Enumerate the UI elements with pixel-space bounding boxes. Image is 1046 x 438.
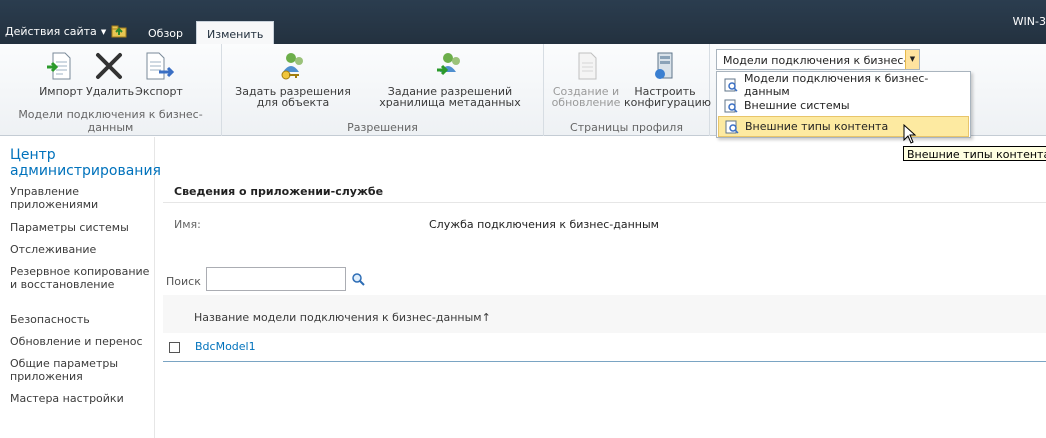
group-title-permissions: Разрешения <box>347 121 418 134</box>
configure-server-icon <box>655 52 673 79</box>
export-button[interactable]: Экспорт <box>134 50 184 97</box>
configure-button[interactable]: Настроить конфигурацию <box>624 50 711 108</box>
nav-item-application-management[interactable]: Управление приложениями <box>10 185 150 211</box>
column-header-model-name[interactable]: Название модели подключения к бизнес-дан… <box>194 311 491 324</box>
ribbon-group-profile-pages: Создание и обновление Настроить конфигур… <box>544 44 711 136</box>
set-store-permissions-button[interactable]: Задание разрешений хранилища метаданных <box>360 50 540 108</box>
ribbon-group-permissions: Задать разрешения для объекта Задание ра… <box>222 44 544 136</box>
ribbon-group-models: Импорт Удалить Экспорт Модели подключени… <box>0 44 222 136</box>
search-input[interactable] <box>206 267 346 291</box>
chevron-down-icon[interactable]: ▼ <box>905 50 919 69</box>
server-name: WIN-3 <box>1012 15 1046 28</box>
create-update-label: Создание и обновление <box>551 85 621 109</box>
search-label: Поиск <box>166 275 201 288</box>
row-checkbox[interactable] <box>169 342 180 353</box>
top-bar: Действия сайта ▼ Обзор Изменить WIN-3 <box>0 0 1046 44</box>
dropdown-option-label: Внешние системы <box>744 99 850 112</box>
set-object-permissions-button[interactable]: Задать разрешения для объекта <box>228 50 358 108</box>
nav-heading-central-admin[interactable]: Центр администрирования <box>10 147 161 179</box>
tab-edit[interactable]: Изменить <box>196 21 275 44</box>
dropdown-option-models[interactable]: Модели подключения к бизнес-данным <box>718 71 969 98</box>
main-content: Сведения о приложении-службе Имя: Служба… <box>163 137 1046 438</box>
delete-label: Удалить <box>86 85 135 98</box>
dropdown-option-external-systems[interactable]: Внешние системы <box>718 95 969 116</box>
left-navigation: Центр администрирования Управление прило… <box>0 137 161 438</box>
import-label: Импорт <box>39 85 83 98</box>
users-store-icon <box>437 53 460 76</box>
site-actions-label: Действия сайта <box>5 25 97 38</box>
tooltip: Внешние типы контента <box>903 146 1046 161</box>
dropdown-option-external-content-types[interactable]: Внешние типы контента <box>718 116 969 137</box>
tab-browse[interactable]: Обзор <box>138 24 193 44</box>
row-divider <box>163 361 1046 362</box>
dropdown-option-label: Модели подключения к бизнес-данным <box>744 71 929 98</box>
set-store-permissions-label: Задание разрешений хранилища метаданных <box>379 85 521 109</box>
set-object-permissions-label: Задать разрешения для объекта <box>235 85 351 109</box>
view-dropdown-menu: Модели подключения к бизнес-данным Внешн… <box>716 71 971 138</box>
users-key-icon <box>281 53 303 80</box>
create-update-button[interactable]: Создание и обновление <box>548 50 624 108</box>
view-select-value: Модели подключения к бизнес-данным <box>723 54 905 67</box>
chevron-down-icon: ▼ <box>100 27 107 36</box>
dropdown-option-label: Внешние типы контента <box>745 120 889 133</box>
nav-item-backup-restore[interactable]: Резервное копирование и восстановление <box>10 265 150 291</box>
group-title-models: Модели подключения к бизнес-данным <box>18 108 203 134</box>
page-disabled-icon <box>578 52 597 80</box>
nav-item-security[interactable]: Безопасность <box>10 313 150 326</box>
list-view-icon <box>725 120 739 134</box>
configure-label: Настроить конфигурацию <box>624 85 712 109</box>
nav-item-configuration-wizards[interactable]: Мастера настройки <box>10 392 150 405</box>
export-label: Экспорт <box>135 85 183 98</box>
nav-item-monitoring[interactable]: Отслеживание <box>10 243 150 256</box>
delete-button[interactable]: Удалить <box>86 50 135 98</box>
group-title-profile-pages: Страницы профиля <box>570 121 683 134</box>
nav-item-general-app-settings[interactable]: Общие параметры приложения <box>10 357 150 383</box>
delete-x-icon <box>96 53 122 79</box>
model-link[interactable]: BdcModel1 <box>195 340 256 353</box>
nav-item-system-settings[interactable]: Параметры системы <box>10 221 150 234</box>
divider <box>163 202 1046 203</box>
list-view-icon <box>724 99 738 113</box>
name-label: Имя: <box>174 218 201 231</box>
mouse-pointer-icon <box>903 124 917 144</box>
import-icon <box>47 52 71 80</box>
nav-item-upgrade-migration[interactable]: Обновление и перенос <box>10 335 150 348</box>
site-actions-menu[interactable]: Действия сайта ▼ <box>5 25 106 38</box>
section-title: Сведения о приложении-службе <box>174 185 384 198</box>
name-value: Служба подключения к бизнес-данным <box>429 218 659 231</box>
search-icon[interactable] <box>351 272 365 286</box>
export-icon <box>146 52 175 80</box>
list-view-icon <box>724 78 738 92</box>
view-select-dropdown[interactable]: Модели подключения к бизнес-данным ▼ <box>716 49 920 70</box>
import-button[interactable]: Импорт <box>38 50 84 97</box>
navigate-up-icon[interactable] <box>111 24 127 38</box>
